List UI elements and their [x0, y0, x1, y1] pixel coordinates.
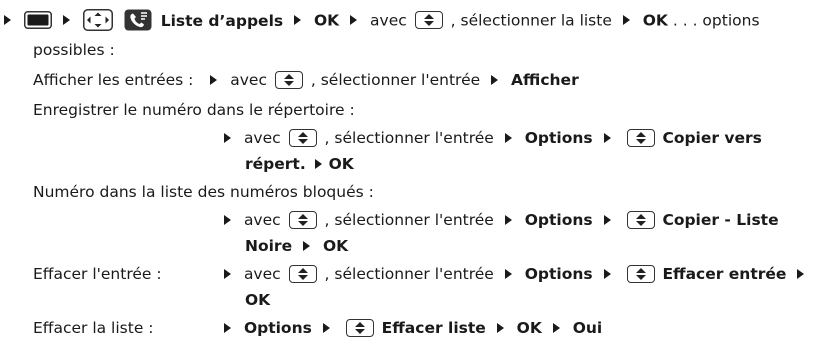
options-key: Options: [524, 211, 593, 229]
call-list-icon: [124, 9, 152, 31]
option-afficher: Afficher les entrées : avec , sélectionn…: [33, 70, 579, 90]
option-enregistrer: avec , sélectionner l'entrée Options Cop…: [224, 128, 762, 148]
option-bloques: avec , sélectionner l'entrée Options Cop…: [224, 210, 779, 230]
up-down-key-icon: [288, 264, 317, 283]
copy-blacklist-key: Noire: [245, 237, 293, 255]
menu-key-icon: [23, 11, 52, 29]
step-arrow-icon: [504, 268, 512, 279]
option-enregistrer-label: Enregistrer le numéro dans le répertoire…: [33, 100, 355, 120]
up-down-key-icon: [626, 128, 655, 147]
nav-key-icon: [82, 9, 113, 31]
ok-key: OK: [516, 319, 542, 337]
step-arrow-icon: [322, 322, 330, 333]
ok-key: OK: [245, 291, 271, 309]
options-key: Options: [524, 129, 593, 147]
step-arrow-icon: [504, 132, 512, 143]
step-line-1-cont: possibles :: [33, 40, 115, 60]
step-arrow-icon: [552, 322, 560, 333]
select-entry-text: , sélectionner l'entrée: [324, 265, 494, 283]
step-arrow-icon: [622, 15, 630, 25]
select-entry-text: , sélectionner l'entrée: [310, 71, 481, 89]
delete-entry-key: Effacer entrée: [662, 265, 787, 283]
step-arrow-icon: [62, 15, 70, 25]
up-down-key-icon: [626, 210, 655, 229]
copy-key: répert.: [245, 155, 306, 173]
option-bloques-label: Numéro dans la liste des numéros bloqués…: [33, 182, 374, 202]
ok-key: OK: [642, 11, 668, 30]
step-arrow-icon: [210, 74, 218, 85]
step-arrow-icon: [603, 132, 611, 143]
select-entry-text: , sélectionner l'entrée: [324, 129, 494, 147]
oui-key: Oui: [572, 319, 603, 337]
options-key: Options: [524, 265, 593, 283]
step-arrow-icon: [294, 15, 302, 25]
option-label: Effacer la liste :: [33, 319, 154, 337]
step-arrow-icon: [224, 268, 231, 279]
ok-key: OK: [328, 155, 354, 173]
copy-blacklist-key: Copier - Liste: [662, 211, 779, 229]
step-arrow-icon: [797, 268, 805, 279]
up-down-key-icon: [414, 11, 443, 29]
option-effacer-entree: avec , sélectionner l'entrée Options Eff…: [224, 264, 805, 284]
option-label: Afficher les entrées :: [33, 71, 194, 89]
avec-text: avec: [370, 11, 407, 30]
ok-key: OK: [322, 237, 349, 255]
select-list-text: , sélectionner la liste: [450, 11, 612, 30]
step-arrow-icon: [303, 240, 311, 251]
up-down-key-icon: [288, 210, 317, 229]
option-effacer-liste-label: Effacer la liste :: [33, 318, 154, 338]
copy-key: Copier vers: [662, 129, 762, 147]
option-label: Effacer l'entrée :: [33, 265, 162, 283]
step-arrow-icon: [603, 268, 611, 279]
step-arrow-icon: [314, 158, 322, 169]
up-down-key-icon: [345, 318, 374, 337]
option-effacer-entree-label: Effacer l'entrée :: [33, 264, 162, 284]
step-arrow-icon: [4, 15, 11, 25]
step-arrow-icon: [224, 214, 231, 225]
up-down-key-icon: [288, 128, 317, 147]
ok-key: OK: [313, 11, 340, 30]
step-arrow-icon: [496, 322, 504, 333]
step-arrow-icon: [491, 74, 499, 85]
up-down-key-icon: [274, 70, 303, 89]
step-arrow-icon: [224, 322, 231, 333]
step-arrow-icon: [350, 15, 358, 25]
option-label: Enregistrer le numéro dans le répertoire…: [33, 101, 355, 119]
option-label: Numéro dans la liste des numéros bloqués…: [33, 183, 374, 201]
avec-text: avec: [243, 129, 281, 147]
afficher-key: Afficher: [511, 71, 579, 89]
option-bloques-cont: Noire OK: [245, 236, 348, 256]
avec-text: avec: [243, 265, 281, 283]
call-list-label: Liste d’appels: [160, 11, 284, 30]
up-down-key-icon: [626, 264, 655, 283]
step-arrow-icon: [504, 214, 512, 225]
option-enregistrer-cont: répert. OK: [245, 154, 354, 174]
step-arrow-icon: [224, 132, 231, 143]
select-entry-text: , sélectionner l'entrée: [324, 211, 494, 229]
step-line-1: Liste d’appels OK avec , sélectionner la…: [4, 9, 760, 32]
options-possibles-text: possibles :: [33, 41, 115, 59]
avec-text: avec: [243, 211, 281, 229]
delete-list-key: Effacer liste: [381, 319, 486, 337]
avec-text: avec: [230, 71, 267, 89]
options-key: Options: [243, 319, 312, 337]
step-arrow-icon: [603, 214, 611, 225]
option-effacer-liste: Options Effacer liste OK Oui: [224, 318, 602, 338]
option-effacer-entree-cont: OK: [245, 290, 270, 310]
options-possibles-text: . . . options: [672, 11, 760, 30]
